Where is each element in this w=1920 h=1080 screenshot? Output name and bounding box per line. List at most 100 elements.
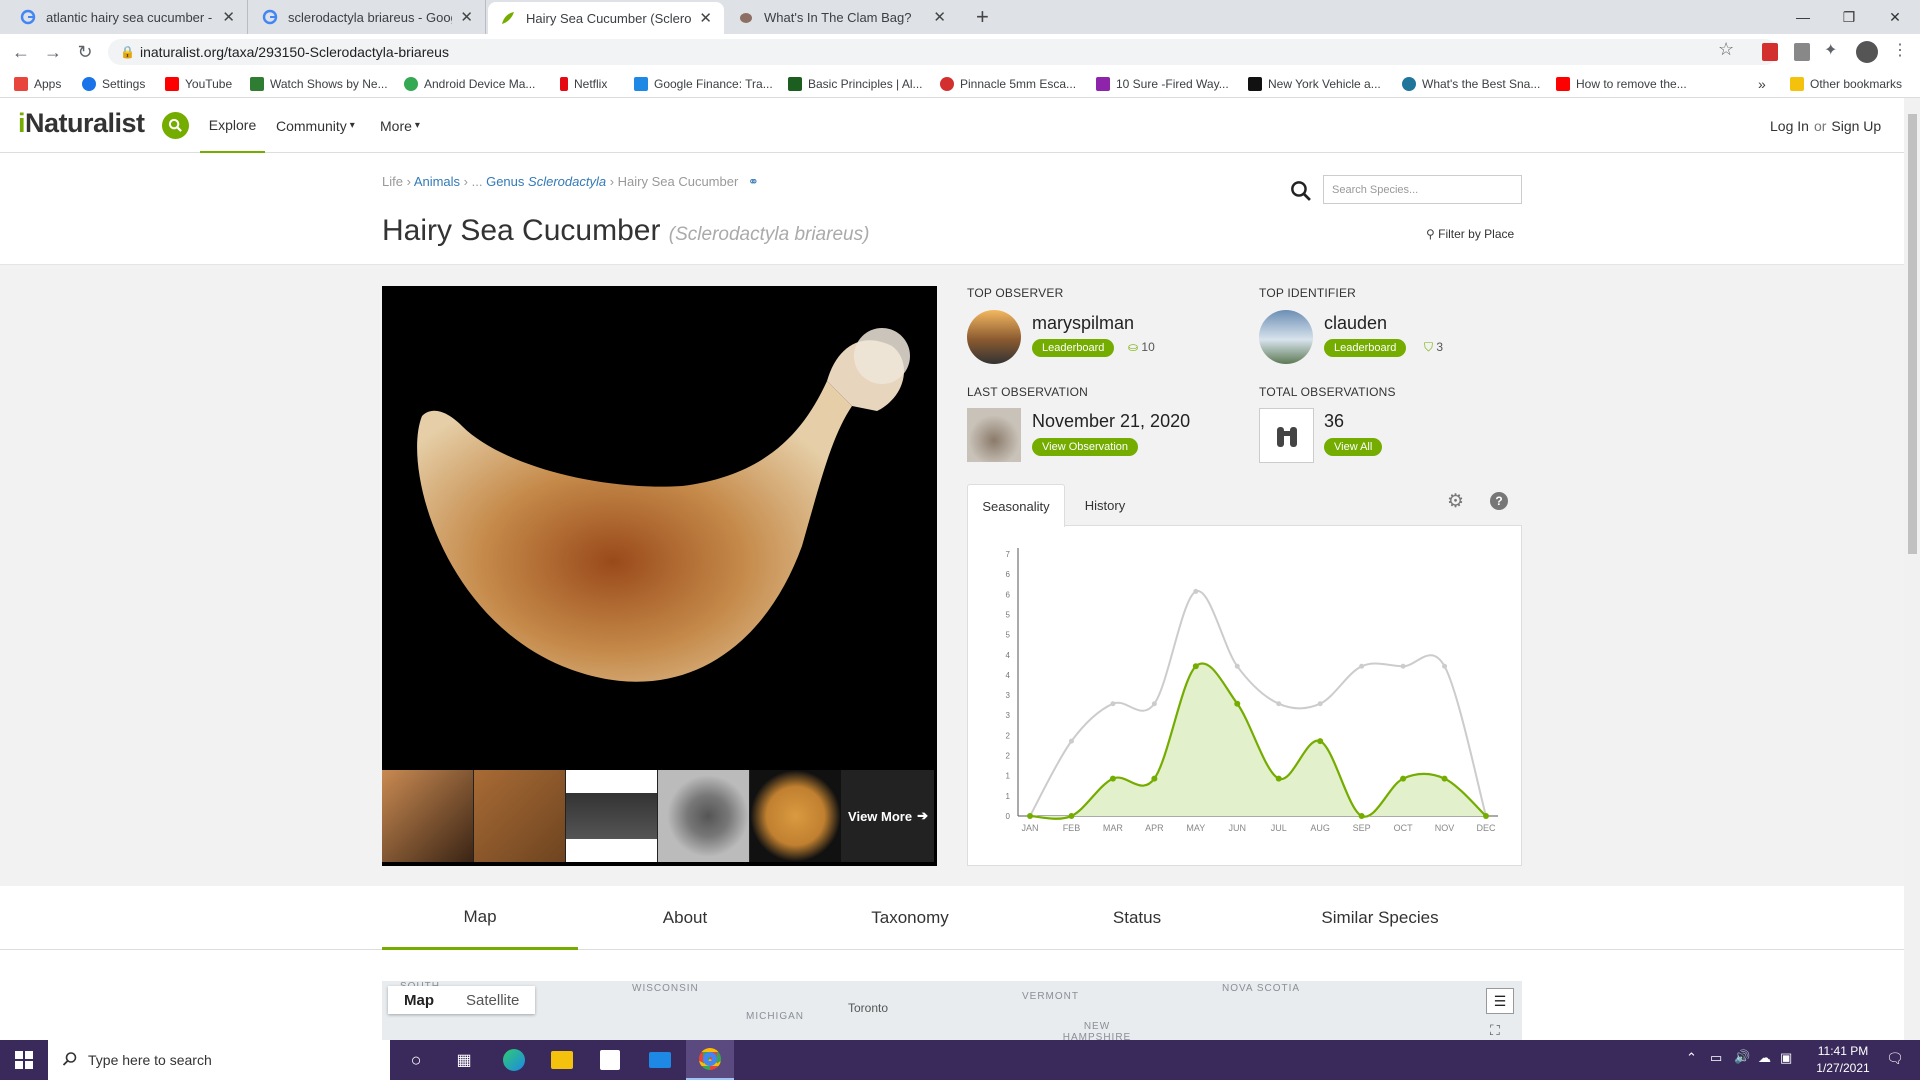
close-tab-icon[interactable]: ✕: [933, 8, 946, 26]
x-tick-label: JUL: [1271, 823, 1287, 833]
leaderboard-button[interactable]: Leaderboard: [1032, 339, 1115, 357]
other-bookmarks[interactable]: Other bookmarks: [1790, 70, 1902, 98]
profile-avatar[interactable]: [1856, 41, 1878, 63]
back-icon[interactable]: ←: [6, 34, 36, 70]
bookmark[interactable]: Watch Shows by Ne...: [250, 70, 388, 98]
bookmark[interactable]: Pinnacle 5mm Esca...: [940, 70, 1076, 98]
close-tab-icon[interactable]: ✕: [222, 8, 235, 26]
taxon-main-photo[interactable]: [382, 286, 937, 742]
avatar[interactable]: [1259, 310, 1313, 364]
nav-explore[interactable]: Explore: [200, 98, 265, 153]
filter-by-place[interactable]: ⚲ Filter by Place: [1426, 227, 1514, 241]
onedrive-icon[interactable]: ☁: [1758, 1050, 1771, 1066]
close-tab-icon[interactable]: ✕: [699, 9, 712, 27]
bookmark[interactable]: What's the Best Sna...: [1402, 70, 1540, 98]
tab-history[interactable]: History: [1070, 484, 1140, 526]
file-explorer-icon[interactable]: [538, 1040, 586, 1080]
bookmark[interactable]: Google Finance: Tra...: [634, 70, 773, 98]
gear-icon[interactable]: ⚙: [1447, 490, 1464, 513]
cortana-icon[interactable]: ○: [392, 1040, 440, 1080]
map-type-map-button[interactable]: Map: [388, 986, 450, 1014]
mail-icon[interactable]: [636, 1040, 684, 1080]
taskbar-clock[interactable]: 11:41 PM 1/27/2021: [1798, 1043, 1888, 1077]
search-icon[interactable]: [1290, 180, 1312, 207]
reload-icon[interactable]: ↻: [70, 34, 100, 70]
star-icon[interactable]: ☆: [1718, 39, 1734, 60]
edge-icon[interactable]: [490, 1040, 538, 1080]
view-more-photos-button[interactable]: View More ➔: [842, 770, 934, 862]
bookmark[interactable]: How to remove the...: [1556, 70, 1687, 98]
fullscreen-icon[interactable]: ⛶: [1490, 1022, 1500, 1039]
layers-icon[interactable]: ☰: [1486, 988, 1514, 1014]
bookmark-youtube[interactable]: YouTube: [165, 70, 232, 98]
tab-status[interactable]: Status: [1062, 886, 1212, 950]
notifications-icon[interactable]: 🗨: [1886, 1050, 1904, 1067]
search-icon[interactable]: [162, 112, 189, 139]
help-icon[interactable]: ?: [1490, 492, 1508, 510]
photo-thumbnail[interactable]: [474, 770, 566, 862]
chrome-taskbar-icon[interactable]: [686, 1040, 734, 1080]
leaderboard-button[interactable]: Leaderboard: [1324, 339, 1407, 357]
browser-tab[interactable]: atlantic hairy sea cucumber - Go✕: [8, 0, 248, 34]
chevron-up-icon[interactable]: ⌃: [1686, 1050, 1697, 1066]
tab-taxonomy[interactable]: Taxonomy: [835, 886, 985, 950]
photo-thumbnail[interactable]: [382, 770, 474, 862]
map-type-satellite-button[interactable]: Satellite: [450, 986, 535, 1014]
browser-tab[interactable]: What's In The Clam Bag? ✕: [726, 0, 958, 34]
browser-tab-active[interactable]: Hairy Sea Cucumber (Sclerodacty✕: [488, 2, 724, 34]
pdf-extension-icon[interactable]: [1762, 43, 1778, 61]
task-view-icon[interactable]: ▦: [440, 1040, 488, 1080]
photo-thumbnail[interactable]: [750, 770, 842, 862]
meet-now-icon[interactable]: ▭: [1710, 1050, 1722, 1066]
top-observer-name[interactable]: maryspilman: [1032, 313, 1134, 334]
bookmark-apps[interactable]: Apps: [14, 70, 61, 98]
link-icon[interactable]: ⚭: [748, 174, 759, 189]
last-observation-thumbnail[interactable]: [967, 408, 1021, 462]
kebab-menu-icon[interactable]: ⋮: [1892, 40, 1908, 60]
photo-thumbnail[interactable]: [566, 770, 658, 862]
new-tab-button[interactable]: +: [976, 4, 989, 30]
close-window-icon[interactable]: ✕: [1872, 0, 1918, 34]
store-icon[interactable]: [586, 1040, 634, 1080]
view-observation-button[interactable]: View Observation: [1032, 438, 1139, 456]
breadcrumb-genus[interactable]: Genus Sclerodactyla: [486, 174, 606, 189]
breadcrumb-animals[interactable]: Animals: [414, 174, 460, 189]
taskbar-search-input[interactable]: Type here to search: [48, 1040, 390, 1080]
browser-tab[interactable]: sclerodactyla briareus - Google S✕: [250, 0, 486, 34]
minimize-icon[interactable]: —: [1780, 0, 1826, 34]
nav-more[interactable]: More ▾: [380, 98, 420, 153]
bookmark[interactable]: Android Device Ma...: [404, 70, 535, 98]
range-map[interactable]: SOUTH WISCONSIN MICHIGAN Toronto VERMONT…: [382, 981, 1522, 1040]
photo-thumbnail[interactable]: [658, 770, 750, 862]
puzzle-icon[interactable]: ✦: [1824, 40, 1837, 60]
breadcrumb-life[interactable]: Life: [382, 174, 403, 189]
search-species-input[interactable]: Search Species...: [1323, 175, 1522, 204]
breadcrumb-ellipsis[interactable]: ...: [472, 174, 483, 189]
forward-icon[interactable]: →: [38, 34, 68, 70]
bookmark-netflix[interactable]: Netflix: [560, 70, 607, 98]
tab-about[interactable]: About: [610, 886, 760, 950]
windows-start-icon[interactable]: [0, 1040, 48, 1080]
bookmark[interactable]: 10 Sure -Fired Way...: [1096, 70, 1229, 98]
tab-similar-species[interactable]: Similar Species: [1295, 886, 1465, 950]
signup-link[interactable]: Sign Up: [1831, 118, 1881, 134]
nav-community[interactable]: Community ▾: [276, 98, 355, 153]
top-identifier-name[interactable]: clauden: [1324, 313, 1387, 334]
restore-icon[interactable]: ❐: [1826, 0, 1872, 34]
bookmark[interactable]: Basic Principles | Al...: [788, 70, 923, 98]
view-all-button[interactable]: View All: [1324, 438, 1383, 456]
scrollbar-thumb[interactable]: [1908, 114, 1917, 554]
more-bookmarks-button[interactable]: »: [1758, 70, 1766, 98]
bookmark[interactable]: New York Vehicle a...: [1248, 70, 1381, 98]
inaturalist-logo[interactable]: iNaturalist: [18, 108, 145, 139]
network-icon[interactable]: ▣: [1780, 1050, 1792, 1066]
tab-seasonality[interactable]: Seasonality: [967, 484, 1065, 527]
volume-icon[interactable]: 🔊: [1734, 1049, 1750, 1065]
avatar[interactable]: [967, 310, 1021, 364]
login-link[interactable]: Log In: [1770, 118, 1809, 134]
tab-map[interactable]: Map: [382, 886, 578, 950]
extension-icon[interactable]: [1794, 43, 1810, 61]
url-field[interactable]: 🔒 inaturalist.org/taxa/293150-Sclerodact…: [108, 39, 1778, 65]
bookmark-settings[interactable]: Settings: [82, 70, 145, 98]
close-tab-icon[interactable]: ✕: [460, 8, 473, 26]
